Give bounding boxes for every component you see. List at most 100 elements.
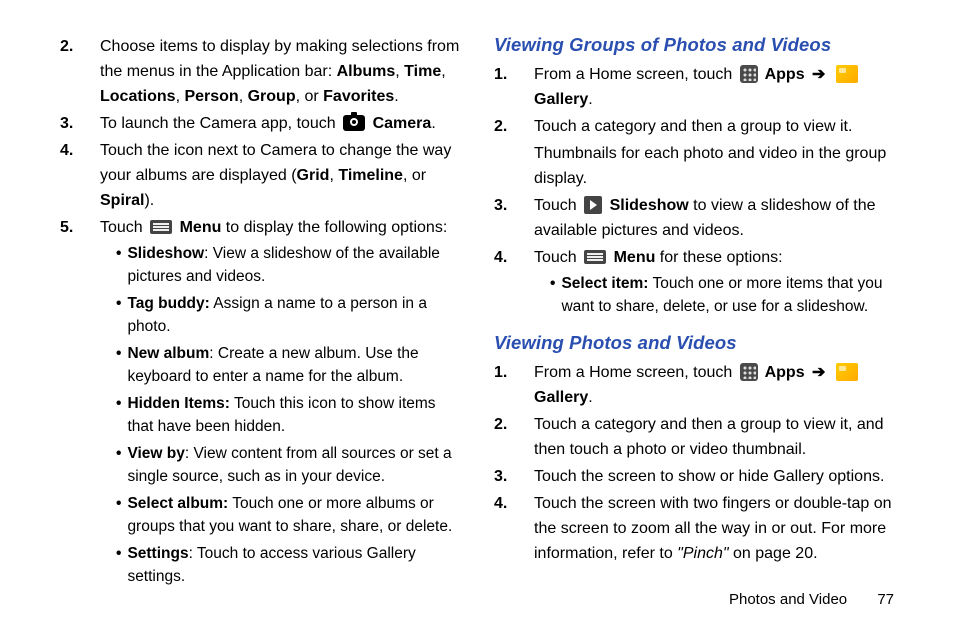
step-number: 5. xyxy=(60,215,88,592)
numbered-item: 3. To launch the Camera app, touch Camera… xyxy=(60,111,460,136)
text-run: View by xyxy=(127,445,184,462)
step-body: Touch Slideshow to view a slideshow of t… xyxy=(534,193,894,243)
page: 2.Choose items to display by making sele… xyxy=(0,0,954,636)
text-run: Time xyxy=(404,63,441,80)
step-body: To launch the Camera app, touch Camera. xyxy=(100,111,460,136)
step-number: 3. xyxy=(494,464,522,489)
step-body: Touch a category and then a group to vie… xyxy=(534,114,894,191)
bullet-item: •Tag buddy: Assign a name to a person in… xyxy=(116,292,460,338)
text-run: From a Home screen, touch xyxy=(534,364,737,381)
bullet-body: Hidden Items: Touch this icon to show it… xyxy=(127,392,460,438)
text-run: Touch the screen to show or hide Gallery… xyxy=(534,468,884,485)
text-run: Favorites xyxy=(323,88,394,105)
play-icon xyxy=(584,196,602,214)
bullet-item: •View by: View content from all sources … xyxy=(116,442,460,488)
right-column: Viewing Groups of Photos and Videos1.Fro… xyxy=(490,34,894,636)
step-number: 3. xyxy=(60,111,88,136)
bullet-body: Settings: Touch to access various Galler… xyxy=(127,542,460,588)
text-run: Timeline xyxy=(338,167,403,184)
numbered-item: 5.Touch Menu to display the following op… xyxy=(60,215,460,592)
text-run: , xyxy=(395,63,404,80)
text-run: Touch xyxy=(100,219,147,236)
text-run: Locations xyxy=(100,88,176,105)
text-run: Gallery xyxy=(534,389,588,406)
step-body: Touch the icon next to Camera to change … xyxy=(100,138,460,213)
numbered-list: 1.From a Home screen, touch Apps ➔ Galle… xyxy=(494,62,894,322)
step-number: 4. xyxy=(494,491,522,566)
text-run: Grid xyxy=(297,167,330,184)
step-number: 2. xyxy=(494,412,522,462)
text-run: Spiral xyxy=(100,192,144,209)
step-number: 1. xyxy=(494,62,522,112)
step-body: Touch the screen to show or hide Gallery… xyxy=(534,464,894,489)
text-run: . xyxy=(394,88,398,105)
page-footer: Photos and Video 77 xyxy=(729,591,894,608)
text-run: Apps xyxy=(761,66,805,83)
step-number: 4. xyxy=(494,245,522,322)
step-body: Touch the screen with two fingers or dou… xyxy=(534,491,894,566)
bullet-body: Select album: Touch one or more albums o… xyxy=(127,492,460,538)
text-run: Gallery xyxy=(534,91,588,108)
bullet-item: •New album: Create a new album. Use the … xyxy=(116,342,460,388)
text-run: Slideshow xyxy=(605,197,689,214)
gallery-icon xyxy=(836,363,858,381)
text-run: Select item: xyxy=(561,275,648,292)
footer-section: Photos and Video xyxy=(729,591,847,608)
bullet-dot: • xyxy=(116,292,121,338)
text-run: . xyxy=(431,115,435,132)
step-number: 2. xyxy=(494,114,522,191)
text-run: to display the following options: xyxy=(221,219,447,236)
text-run: Touch a category and then a group to vie… xyxy=(534,416,884,458)
numbered-list: 1. From a Home screen, touch Apps ➔ Galle… xyxy=(494,360,894,566)
text-run: Tag buddy: xyxy=(127,295,209,312)
numbered-item: 4.Touch the icon next to Camera to chang… xyxy=(60,138,460,213)
text-run xyxy=(828,364,832,381)
text-run: . xyxy=(588,91,592,108)
step-number: 3. xyxy=(494,193,522,243)
bullet-body: Slideshow: View a slideshow of the avail… xyxy=(127,242,460,288)
step-number: 1. xyxy=(494,360,522,410)
text-run: ). xyxy=(144,192,154,209)
text-run: Touch xyxy=(534,249,581,266)
text-run: on page 20. xyxy=(729,545,818,562)
numbered-item: 3. Touch the screen to show or hide Galle… xyxy=(494,464,894,489)
menu-icon xyxy=(584,250,606,264)
text-run: , or xyxy=(403,167,426,184)
numbered-item: 2.Touch a category and then a group to v… xyxy=(494,114,894,191)
numbered-list: 2.Choose items to display by making sele… xyxy=(60,34,460,592)
step-number: 4. xyxy=(60,138,88,213)
bullet-item: •Settings: Touch to access various Galle… xyxy=(116,542,460,588)
step-body: Choose items to display by making select… xyxy=(100,34,460,109)
text-run: "Pinch" xyxy=(677,545,728,562)
footer-page-number: 77 xyxy=(877,591,894,608)
section-heading: Viewing Groups of Photos and Videos xyxy=(494,34,894,56)
text-run: From a Home screen, touch xyxy=(534,66,737,83)
bullet-body: View by: View content from all sources o… xyxy=(127,442,460,488)
step-number: 2. xyxy=(60,34,88,109)
text-run: , xyxy=(239,88,248,105)
step-body: Touch Menu to display the following opti… xyxy=(100,215,460,592)
numbered-item: 2.Choose items to display by making sele… xyxy=(60,34,460,109)
step-body: Touch a category and then a group to vie… xyxy=(534,412,894,462)
text-run: Touch xyxy=(534,197,581,214)
text-run: New album xyxy=(127,345,209,362)
bullet-body: New album: Create a new album. Use the k… xyxy=(127,342,460,388)
step-body: From a Home screen, touch Apps ➔ Gallery… xyxy=(534,62,894,112)
numbered-item: 1.From a Home screen, touch Apps ➔ Galle… xyxy=(494,62,894,112)
text-run: , xyxy=(329,167,338,184)
apps-icon xyxy=(740,363,758,381)
bullet-list: •Select item: Touch one or more items th… xyxy=(534,272,894,318)
text-run: Slideshow xyxy=(127,245,204,262)
bullet-dot: • xyxy=(550,272,555,318)
step-body: Touch Menu for these options:•Select ite… xyxy=(534,245,894,322)
text-run: Menu xyxy=(609,249,655,266)
text-run: , or xyxy=(296,88,324,105)
text-run: ➔ xyxy=(808,364,826,381)
text-run: Hidden Items: xyxy=(127,395,229,412)
text-run: Apps xyxy=(761,364,805,381)
left-column: 2.Choose items to display by making sele… xyxy=(60,34,460,636)
text-run: To launch the Camera app, touch xyxy=(100,115,340,132)
gallery-icon xyxy=(836,65,858,83)
bullet-item: •Slideshow: View a slideshow of the avai… xyxy=(116,242,460,288)
bullet-dot: • xyxy=(116,392,121,438)
